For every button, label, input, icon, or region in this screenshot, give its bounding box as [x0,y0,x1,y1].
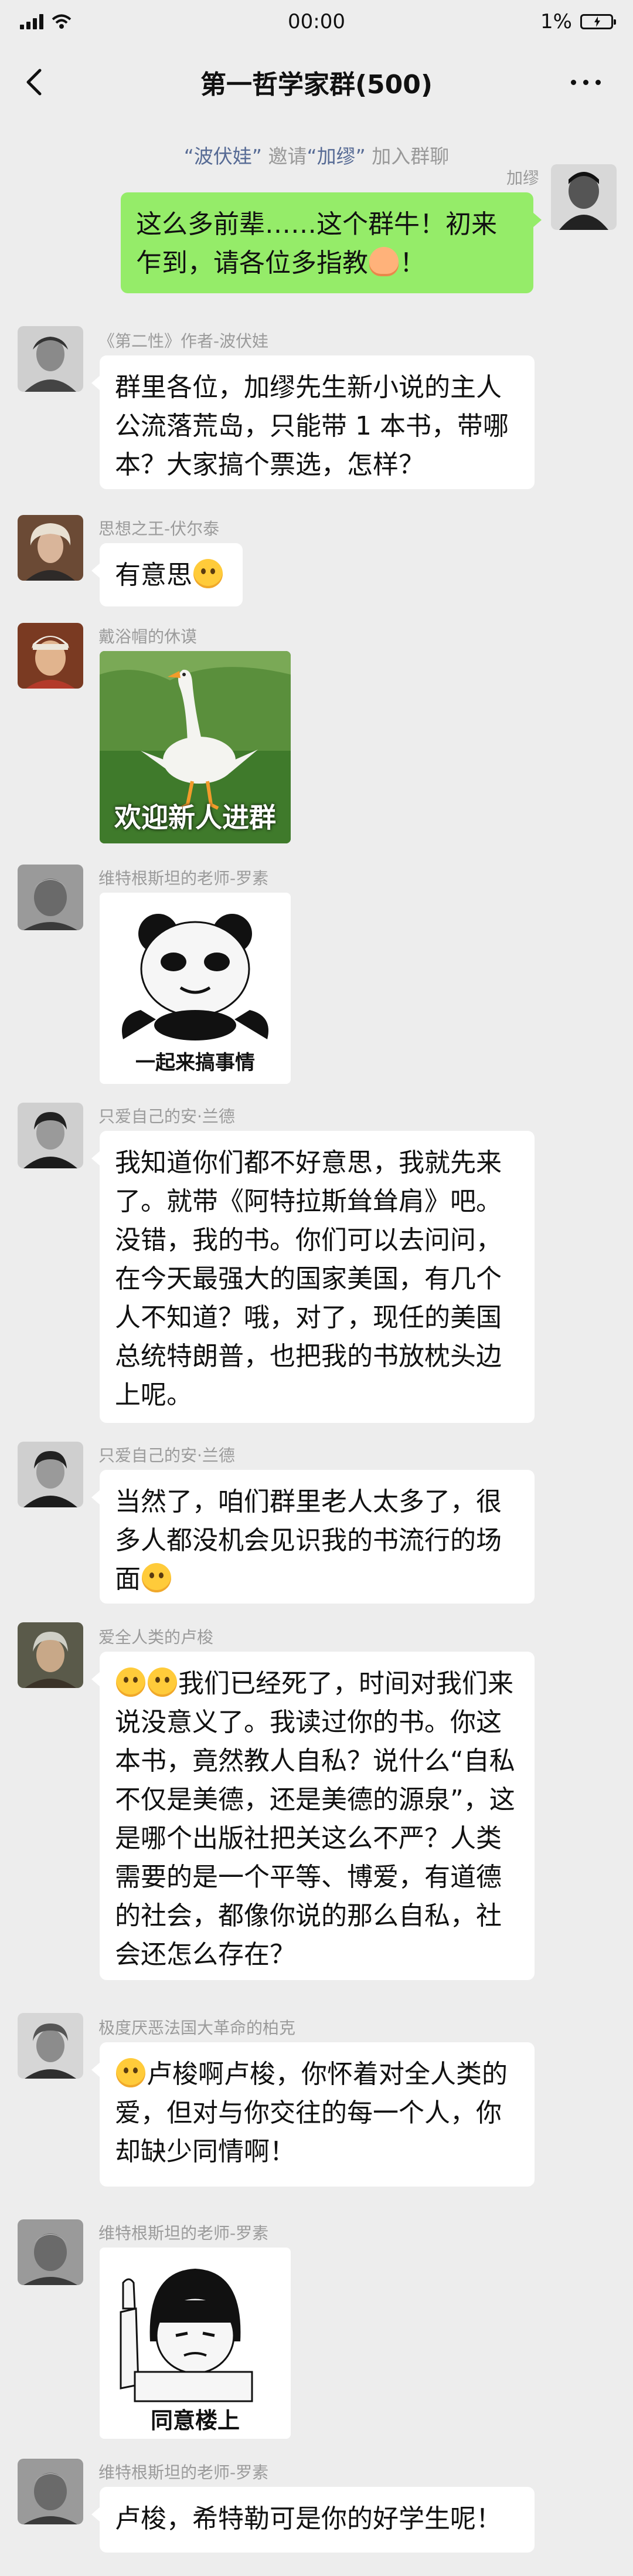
sticker-image[interactable]: 同意楼上 [100,2248,291,2439]
avatar[interactable] [18,326,83,392]
message-bubble[interactable]: 当然了，咱们群里老人太多了，很多人都没机会见识我的书流行的场面 [91,1470,535,1604]
signal-wifi-group [20,14,72,29]
facepalm-emoji [116,1667,145,1697]
sender-name: 维特根斯坦的老师-罗素 [98,2463,269,2482]
battery-percent: 1% [540,10,572,33]
avatar[interactable] [551,164,617,230]
message-bubble[interactable]: 我们已经死了，时间对我们来说没意义了。我读过你的书。你这本书，竟然教人自私？说什… [91,1652,535,1980]
pray-emoji [369,247,399,276]
avatar[interactable] [18,2459,83,2524]
message-bubble[interactable]: 我知道你们都不好意思，我就先来了。就带《阿特拉斯耸耸肩》吧。没错，我的书。你们可… [91,1131,535,1423]
message-bubble[interactable]: 这么多前辈……这个群牛！初来乍到，请各位多指教！ [121,192,542,293]
grin-emoji [142,1563,171,1592]
invite-suffix: 加入群聊 [365,145,450,168]
chat-header: 第一哲学家群(500) [0,43,633,121]
signal-icon [20,14,43,29]
back-arrow-icon[interactable] [18,65,53,100]
sticker-caption: 同意楼上 [150,2408,240,2433]
avatar[interactable] [18,1442,83,1507]
sticker-image[interactable]: 一起来搞事情 [100,893,291,1084]
sender-name: 维特根斯坦的老师-罗素 [98,869,269,888]
avatar[interactable] [18,1622,83,1688]
sender-name: 维特根斯坦的老师-罗素 [98,2224,269,2243]
avatar[interactable] [18,623,83,689]
chat-title: 第一哲学家群(500) [200,70,433,100]
sender-name: 加缪 [506,168,539,188]
avatar[interactable] [18,515,83,581]
facepalm-emoji [116,2058,145,2087]
wifi-icon [52,14,72,29]
inviter-link[interactable]: “波伏娃” [184,145,262,168]
message-bubble[interactable]: 卢梭啊卢梭，你怀着对全人类的爱，但对与你交往的每一个人，你却缺少同情啊！ [91,2042,535,2187]
message-bubble[interactable]: 群里各位，加缪先生新小说的主人公流落荒岛，只能带 1 本书，带哪本？大家搞个票选… [91,355,535,489]
system-message: “波伏娃” 邀请“加缪” 加入群聊 [0,141,633,169]
message-bubble[interactable]: 卢梭，希特勒可是你的好学生呢！ [91,2487,535,2553]
more-options-icon[interactable] [571,72,612,93]
sticker-caption: 一起来搞事情 [135,1051,255,1075]
sticker-image[interactable]: 欢迎新人进群 [100,651,291,843]
battery-icon [580,14,616,29]
status-time: 00:00 [288,10,345,33]
invite-verb: 邀请 [262,145,307,168]
sender-name: 只爱自己的安·兰德 [98,1446,235,1465]
avatar[interactable] [18,865,83,930]
message-bubble[interactable]: 有意思 [91,543,243,606]
sender-name: 思想之王-伏尔泰 [98,519,220,538]
grin-emoji [193,559,223,588]
avatar[interactable] [18,2013,83,2079]
avatar[interactable] [18,1103,83,1168]
facepalm-emoji [148,1667,177,1697]
avatar[interactable] [18,2219,83,2285]
status-bar: 00:00 1% [0,0,633,43]
invitee-link[interactable]: “加缪” [307,145,366,168]
sender-name: 极度厌恶法国大革命的柏克 [98,2018,296,2038]
sender-name: 戴浴帽的休谟 [98,627,198,646]
sender-name: 只爱自己的安·兰德 [98,1107,235,1126]
sticker-caption: 欢迎新人进群 [114,802,276,833]
sender-name: 爱全人类的卢梭 [98,1628,214,1647]
sender-name: 《第二性》作者-波伏娃 [98,331,269,351]
